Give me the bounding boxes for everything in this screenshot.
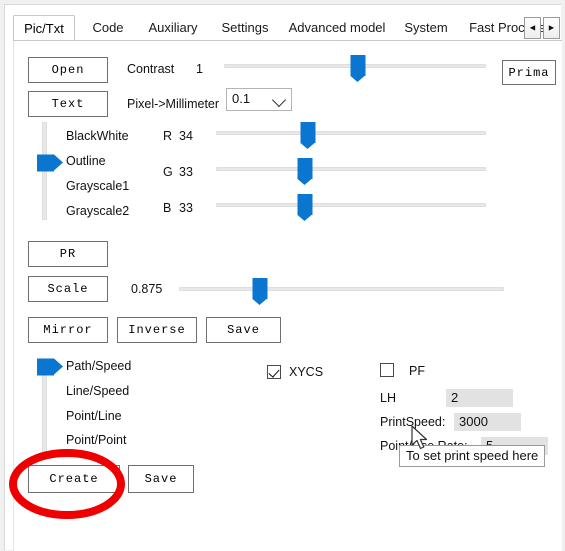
pixel-millimeter-value: 0.1 bbox=[232, 91, 251, 106]
path-selector-thumb[interactable] bbox=[37, 358, 63, 376]
channel-g-slider-track[interactable] bbox=[216, 167, 486, 171]
channel-b-slider[interactable] bbox=[216, 194, 486, 221]
tab-scroll-left-button[interactable]: ◄ bbox=[524, 17, 541, 39]
mode-item-blackwhite[interactable]: BlackWhite bbox=[66, 129, 129, 143]
scale-slider-track[interactable] bbox=[179, 287, 504, 291]
prima-button[interactable]: Prima bbox=[502, 60, 556, 85]
pixel-millimeter-select[interactable]: 0.1 bbox=[226, 88, 292, 111]
arrow-right-icon bbox=[37, 358, 54, 376]
triangle-right-icon: ► bbox=[547, 22, 556, 33]
pic-txt-panel: Open Text Prima Contrast 1 Pixel->Millim… bbox=[13, 41, 562, 551]
scale-value: 0.875 bbox=[131, 282, 163, 296]
channel-g-slider[interactable] bbox=[216, 158, 486, 185]
contrast-slider-thumb[interactable] bbox=[350, 55, 366, 82]
triangle-left-icon: ◄ bbox=[528, 22, 537, 33]
lh-label: LH bbox=[380, 391, 396, 405]
scale-button[interactable]: Scale bbox=[28, 276, 108, 302]
tab-system[interactable]: System bbox=[396, 15, 456, 41]
xycs-checkbox[interactable] bbox=[267, 365, 281, 379]
tab-pic-txt[interactable]: Pic/Txt bbox=[13, 15, 75, 41]
tab-advanced-model[interactable]: Advanced model bbox=[281, 15, 393, 41]
pf-checkbox[interactable] bbox=[380, 363, 394, 377]
tab-scroll-right-button[interactable]: ► bbox=[543, 17, 560, 39]
tab-code[interactable]: Code bbox=[83, 15, 133, 41]
channel-b-label: B bbox=[163, 201, 172, 215]
arrow-right-icon bbox=[37, 154, 54, 172]
inverse-button[interactable]: Inverse bbox=[117, 317, 197, 343]
mode-selector-thumb[interactable] bbox=[37, 154, 63, 172]
application-window: Pic/Txt Code Auxiliary Settings Advanced… bbox=[4, 4, 562, 551]
chevron-down-icon bbox=[271, 92, 287, 108]
channel-r-slider[interactable] bbox=[216, 122, 486, 149]
mode-item-grayscale2[interactable]: Grayscale2 bbox=[66, 204, 129, 218]
channel-g-value: 33 bbox=[179, 165, 193, 179]
channel-b-value: 33 bbox=[179, 201, 193, 215]
path-item-point-point[interactable]: Point/Point bbox=[66, 433, 126, 447]
create-button[interactable]: Create bbox=[28, 465, 120, 493]
text-button[interactable]: Text bbox=[28, 91, 108, 117]
pf-label[interactable]: PF bbox=[409, 364, 425, 378]
path-item-line-speed[interactable]: Line/Speed bbox=[66, 384, 129, 398]
contrast-slider[interactable] bbox=[224, 55, 486, 82]
contrast-label: Contrast bbox=[127, 62, 175, 76]
lh-value-field[interactable]: 2 bbox=[446, 389, 513, 407]
tab-settings[interactable]: Settings bbox=[212, 15, 278, 41]
channel-r-slider-thumb[interactable] bbox=[300, 122, 316, 149]
pixel-millimeter-label: Pixel->Millimeter bbox=[127, 97, 220, 111]
contrast-value: 1 bbox=[196, 62, 203, 76]
channel-b-slider-thumb[interactable] bbox=[297, 194, 313, 221]
path-item-path-speed[interactable]: Path/Speed bbox=[66, 359, 131, 373]
path-item-point-line[interactable]: Point/Line bbox=[66, 409, 122, 423]
tab-bar: Pic/Txt Code Auxiliary Settings Advanced… bbox=[13, 15, 562, 41]
channel-r-value: 34 bbox=[179, 129, 193, 143]
open-button[interactable]: Open bbox=[28, 57, 108, 83]
mode-item-outline[interactable]: Outline bbox=[66, 154, 106, 168]
tooltip: To set print speed here bbox=[399, 445, 546, 467]
channel-g-slider-thumb[interactable] bbox=[297, 158, 313, 185]
scale-slider-thumb[interactable] bbox=[252, 278, 268, 305]
save-image-button[interactable]: Save bbox=[206, 317, 281, 343]
printspeed-value-field[interactable]: 3000 bbox=[454, 413, 521, 431]
printspeed-label: PrintSpeed: bbox=[380, 415, 446, 429]
channel-b-slider-track[interactable] bbox=[216, 203, 486, 207]
save-button[interactable]: Save bbox=[128, 465, 194, 493]
tab-auxiliary[interactable]: Auxiliary bbox=[137, 15, 209, 41]
channel-r-slider-track[interactable] bbox=[216, 131, 486, 135]
scale-slider[interactable] bbox=[179, 278, 504, 305]
mode-item-grayscale1[interactable]: Grayscale1 bbox=[66, 179, 129, 193]
pr-button[interactable]: PR bbox=[28, 241, 108, 267]
mirror-button[interactable]: Mirror bbox=[28, 317, 108, 343]
channel-g-label: G bbox=[163, 165, 173, 179]
channel-r-label: R bbox=[163, 129, 173, 143]
xycs-label[interactable]: XYCS bbox=[289, 365, 323, 379]
